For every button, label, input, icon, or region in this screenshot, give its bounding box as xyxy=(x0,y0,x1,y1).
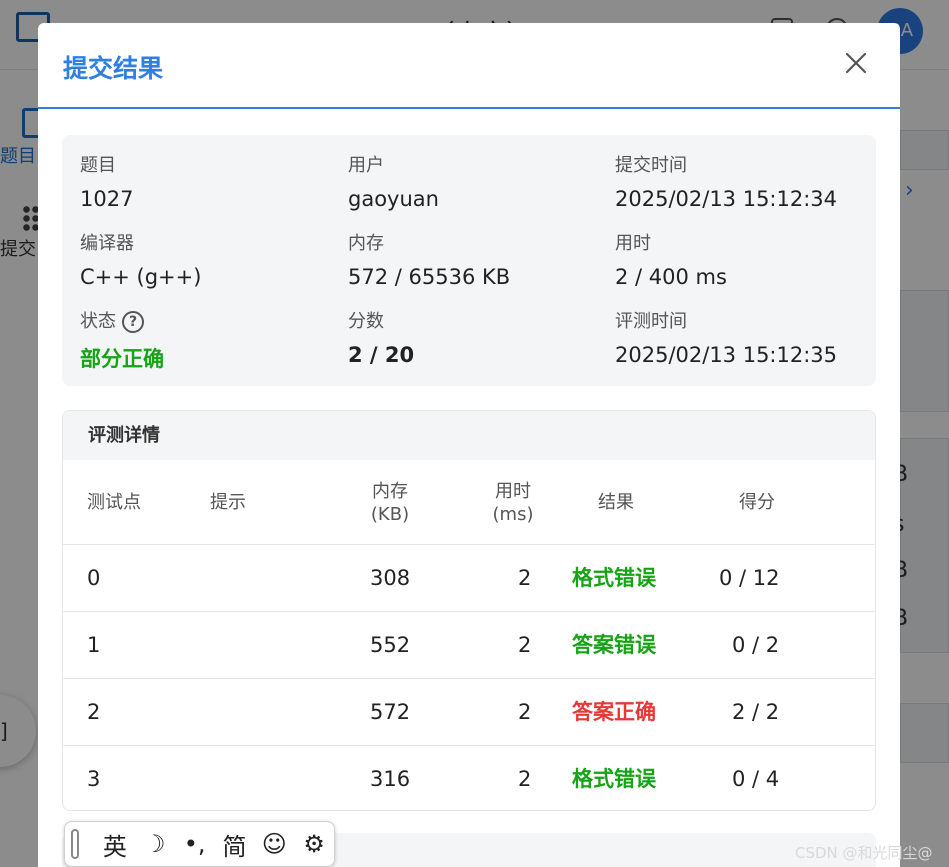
info-label: 题目 xyxy=(80,155,116,176)
score-value: 2 / 20 xyxy=(348,343,415,367)
close-icon xyxy=(845,52,867,74)
ime-language-toggle[interactable]: 英 xyxy=(95,827,135,862)
judge-details-title: 评测详情 xyxy=(63,411,875,460)
cell-memory: 572 xyxy=(370,700,411,724)
col-time: 用时 (ms) xyxy=(492,480,534,526)
cell-time: 2 xyxy=(518,700,532,724)
cell-case: 0 xyxy=(87,566,101,590)
time-value: 2 / 400 ms xyxy=(615,265,727,289)
cell-time: 2 xyxy=(518,633,532,657)
info-label: 提交时间 xyxy=(615,155,687,176)
cell-memory: 308 xyxy=(370,566,411,590)
info-label: 用户 xyxy=(348,155,384,176)
info-label: 分数 xyxy=(348,311,384,332)
table-row: 0 308 2 格式错误 0 / 12 xyxy=(63,545,875,612)
emoji-icon[interactable]: ☺ xyxy=(254,830,294,858)
cell-result: 格式错误 xyxy=(572,767,656,791)
ime-toolbar: 英 ☽ •, 简 ☺ ⚙ xyxy=(64,821,335,867)
col-score: 得分 xyxy=(739,492,775,513)
table-row: 3 316 2 格式错误 0 / 4 xyxy=(63,746,875,810)
gear-icon[interactable]: ⚙ xyxy=(294,830,334,858)
info-label: 内存 xyxy=(348,233,384,254)
drag-handle[interactable] xyxy=(71,829,79,859)
cell-time: 2 xyxy=(518,767,532,791)
info-user: 用户 gaoyuan xyxy=(348,153,598,211)
col-memory-line1: 内存 xyxy=(372,481,408,502)
cell-memory: 316 xyxy=(370,767,411,791)
info-label: 状态 ? xyxy=(80,309,330,335)
cell-result: 答案正确 xyxy=(572,700,656,724)
status-badge: 部分正确 xyxy=(80,347,164,371)
table-row: 1 552 2 答案错误 0 / 2 xyxy=(63,612,875,679)
modal-title: 提交结果 xyxy=(63,54,164,83)
col-time-line2: (ms) xyxy=(492,504,534,525)
col-hint: 提示 xyxy=(210,492,246,513)
col-memory: 内存 (KB) xyxy=(369,480,411,526)
cell-score: 0 / 12 xyxy=(719,566,780,590)
info-label: 评测时间 xyxy=(615,311,687,332)
problem-link[interactable]: 1027 xyxy=(80,187,330,211)
watermark: CSDN @和光同尘@ xyxy=(795,844,933,862)
judge-details-panel: 评测详情 测试点 提示 内存 (KB) 用时 (ms) 结果 得分 0 308 … xyxy=(62,410,876,811)
cell-score: 0 / 2 xyxy=(732,633,780,657)
cell-result: 格式错误 xyxy=(572,566,656,590)
submission-result-modal: 提交结果 题目 1027 用户 gaoyuan 提交时间 2025/02/13 … xyxy=(38,23,900,867)
col-memory-line2: (KB) xyxy=(370,504,410,525)
info-problem: 题目 1027 xyxy=(80,153,330,211)
info-status: 状态 ? 部分正确 xyxy=(80,309,330,373)
ime-simplified-toggle[interactable]: 简 xyxy=(215,827,255,862)
compiler-value: C++ (g++) xyxy=(80,265,202,289)
info-compiler: 编译器 C++ (g++) xyxy=(80,231,330,289)
submit-time-value: 2025/02/13 15:12:34 xyxy=(615,187,838,211)
judge-time-value: 2025/02/13 15:12:35 xyxy=(615,343,838,367)
cell-memory: 552 xyxy=(370,633,411,657)
info-submit-time: 提交时间 2025/02/13 15:12:34 xyxy=(615,153,865,211)
info-label: 用时 xyxy=(615,233,651,254)
cell-case: 2 xyxy=(87,700,101,724)
cell-score: 0 / 4 xyxy=(732,767,780,791)
col-case: 测试点 xyxy=(87,492,141,513)
info-label: 编译器 xyxy=(80,233,134,254)
info-judge-time: 评测时间 2025/02/13 15:12:35 xyxy=(615,309,865,367)
close-button[interactable] xyxy=(844,51,868,75)
col-time-line1: 用时 xyxy=(495,481,531,502)
moon-icon[interactable]: ☽ xyxy=(135,830,175,858)
cell-time: 2 xyxy=(518,566,532,590)
info-score: 分数 2 / 20 xyxy=(348,309,598,367)
cell-score: 2 / 2 xyxy=(732,700,780,724)
info-time: 用时 2 / 400 ms xyxy=(615,231,865,289)
user-value: gaoyuan xyxy=(348,187,439,211)
table-row: 2 572 2 答案正确 2 / 2 xyxy=(63,679,875,746)
memory-value: 572 / 65536 KB xyxy=(348,265,511,289)
status-label: 状态 xyxy=(80,311,116,332)
submission-info-panel: 题目 1027 用户 gaoyuan 提交时间 2025/02/13 15:12… xyxy=(62,135,876,386)
help-icon[interactable]: ? xyxy=(122,311,144,333)
cell-case: 1 xyxy=(87,633,101,657)
info-memory: 内存 572 / 65536 KB xyxy=(348,231,598,289)
cell-case: 3 xyxy=(87,767,101,791)
col-result: 结果 xyxy=(598,492,634,513)
cell-result: 答案错误 xyxy=(572,633,656,657)
modal-header: 提交结果 xyxy=(38,23,900,109)
table-header: 测试点 提示 内存 (KB) 用时 (ms) 结果 得分 xyxy=(63,460,875,545)
punctuation-icon[interactable]: •, xyxy=(175,830,215,858)
